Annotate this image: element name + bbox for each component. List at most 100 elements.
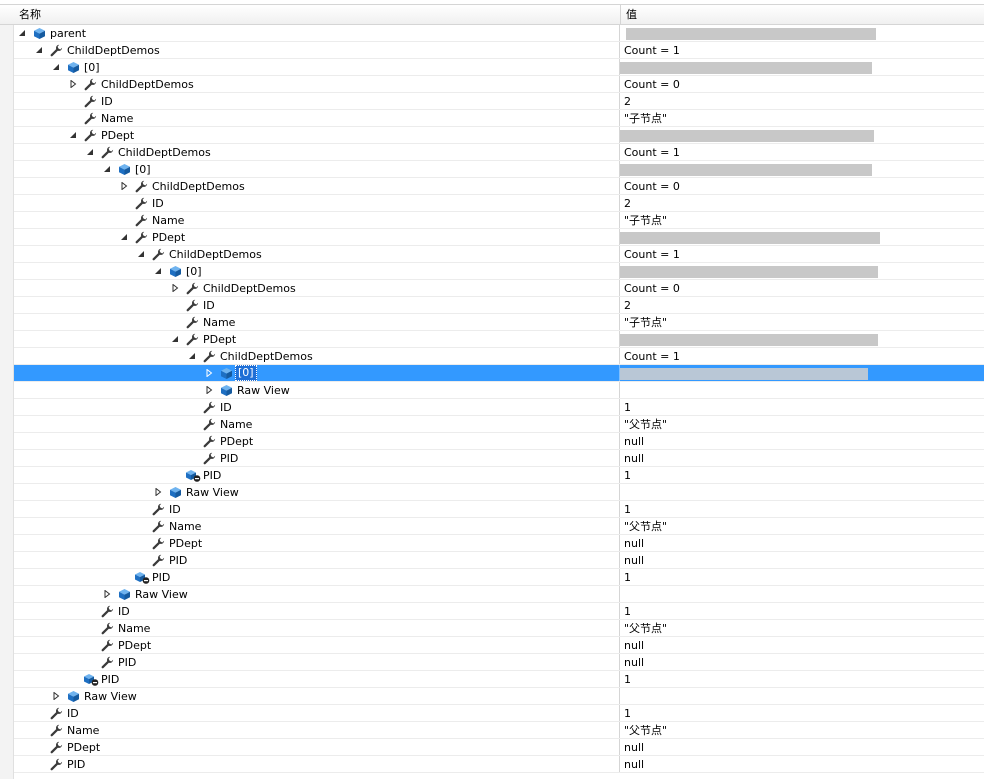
row-name-label: ChildDeptDemos (203, 282, 296, 295)
row-name-cell: PDept (14, 637, 619, 653)
tree-row[interactable]: [0] (14, 263, 984, 280)
tree-row[interactable]: Raw View (14, 688, 984, 705)
tree-row[interactable]: Name "父节点" (14, 620, 984, 637)
tree-row[interactable]: PID 1 (14, 467, 984, 484)
tree-row[interactable]: [0] (14, 365, 984, 382)
triangle-open-icon[interactable] (69, 131, 77, 139)
row-value-cell (619, 59, 984, 75)
row-value-cell (619, 25, 984, 41)
tree-row[interactable]: parent (14, 25, 984, 42)
tree-row[interactable]: ChildDeptDemos Count = 1 (14, 144, 984, 161)
row-name-label: ID (101, 95, 113, 108)
tree-row[interactable]: Raw View (14, 586, 984, 603)
row-value-cell (619, 382, 984, 398)
triangle-open-icon[interactable] (137, 250, 145, 258)
tree-row[interactable]: ChildDeptDemos Count = 0 (14, 280, 984, 297)
tree-row[interactable]: PDept null (14, 739, 984, 756)
tree-row[interactable]: Name "子节点" (14, 212, 984, 229)
tree-row[interactable]: ID 1 (14, 501, 984, 518)
triangle-open-icon[interactable] (103, 165, 111, 173)
name-column-header[interactable]: 名称 (15, 5, 619, 25)
row-name-cell: [0] (14, 263, 619, 279)
tree-row[interactable]: PDept (14, 127, 984, 144)
triangle-open-icon[interactable] (120, 233, 128, 241)
row-name-cell: ChildDeptDemos (14, 246, 619, 262)
tree-row[interactable]: ID 1 (14, 399, 984, 416)
row-name-label: Raw View (237, 384, 290, 397)
tree-row[interactable]: Raw View (14, 382, 984, 399)
wrench-property-icon (186, 282, 199, 295)
tree-row[interactable]: ChildDeptDemos Count = 0 (14, 178, 984, 195)
row-name-label: ChildDeptDemos (220, 350, 313, 363)
tree-row[interactable]: ID 2 (14, 297, 984, 314)
tree-row[interactable]: PID null (14, 756, 984, 773)
tree-row[interactable]: ID 2 (14, 195, 984, 212)
tree-row[interactable]: ChildDeptDemos Count = 1 (14, 246, 984, 263)
row-name-label: Name (169, 520, 202, 533)
row-name-cell: Name (14, 110, 619, 126)
tree-row[interactable]: PID null (14, 450, 984, 467)
triangle-closed-icon[interactable] (120, 182, 128, 190)
triangle-open-icon[interactable] (18, 29, 26, 37)
tree-row[interactable]: PDept null (14, 433, 984, 450)
tree-row[interactable]: PID 1 (14, 671, 984, 688)
tree-row[interactable]: PID null (14, 552, 984, 569)
triangle-open-icon[interactable] (35, 46, 43, 54)
triangle-closed-icon[interactable] (154, 488, 162, 496)
tree-row[interactable]: Name "子节点" (14, 314, 984, 331)
row-name-label: Raw View (186, 486, 239, 499)
row-value-cell: Count = 1 (619, 42, 984, 58)
tree-row[interactable]: ID 2 (14, 93, 984, 110)
row-name-label: [0] (84, 61, 100, 74)
tree-row[interactable]: ChildDeptDemos Count = 0 (14, 76, 984, 93)
tree-row[interactable]: ID 1 (14, 705, 984, 722)
row-name-label: PDept (220, 435, 254, 448)
tree-row[interactable]: PID 1 (14, 569, 984, 586)
tree-row[interactable]: Name "父节点" (14, 416, 984, 433)
row-value-text: 1 (624, 401, 631, 414)
tree-row[interactable]: ChildDeptDemos Count = 1 (14, 348, 984, 365)
column-header: 名称 值 (0, 4, 984, 25)
object-cube-icon (220, 367, 233, 380)
tree-row[interactable]: Name "子节点" (14, 110, 984, 127)
row-value-text: Count = 1 (624, 146, 680, 159)
tree-row[interactable]: PDept (14, 331, 984, 348)
tree-row[interactable]: Raw View (14, 484, 984, 501)
tree-row[interactable]: [0] (14, 161, 984, 178)
row-name-cell: Raw View (14, 688, 619, 704)
row-name-label: ID (203, 299, 215, 312)
triangle-open-icon[interactable] (154, 267, 162, 275)
wrench-property-icon (203, 418, 216, 431)
triangle-closed-icon[interactable] (205, 369, 213, 377)
tree-row[interactable]: PDept null (14, 535, 984, 552)
triangle-open-icon[interactable] (52, 63, 60, 71)
triangle-closed-icon[interactable] (171, 284, 179, 292)
row-name-label: ID (118, 605, 130, 618)
triangle-open-icon[interactable] (171, 335, 179, 343)
row-value-text: null (624, 758, 645, 771)
triangle-open-icon[interactable] (188, 352, 196, 360)
row-value-text: null (624, 554, 645, 567)
tree-row[interactable]: Name "父节点" (14, 722, 984, 739)
triangle-closed-icon[interactable] (69, 80, 77, 88)
tree-row[interactable]: ChildDeptDemos Count = 1 (14, 42, 984, 59)
tree-row[interactable]: PDept null (14, 637, 984, 654)
triangle-closed-icon[interactable] (103, 590, 111, 598)
object-cube-icon (220, 384, 233, 397)
row-name-cell: ChildDeptDemos (14, 42, 619, 58)
row-value-cell: 2 (619, 297, 984, 313)
row-value-cell: "子节点" (619, 314, 984, 330)
tree-row[interactable]: PID null (14, 654, 984, 671)
value-column-header[interactable]: 值 (620, 5, 984, 25)
watch-window: 名称 值 parent ChildDeptDemos Count = 1 [0] Chi… (0, 0, 984, 779)
triangle-closed-icon[interactable] (205, 386, 213, 394)
row-name-cell: Name (14, 620, 619, 636)
triangle-open-icon[interactable] (86, 148, 94, 156)
tree-row[interactable]: ID 1 (14, 603, 984, 620)
tree-row[interactable]: [0] (14, 59, 984, 76)
row-name-label: ChildDeptDemos (169, 248, 262, 261)
triangle-closed-icon[interactable] (52, 692, 60, 700)
wrench-property-icon (186, 316, 199, 329)
tree-row[interactable]: PDept (14, 229, 984, 246)
tree-row[interactable]: Name "父节点" (14, 518, 984, 535)
